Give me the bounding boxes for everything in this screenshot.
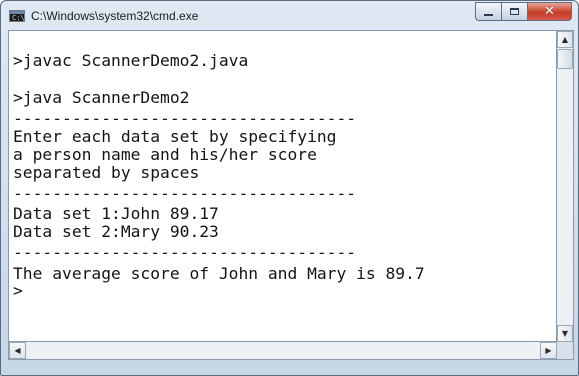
minimize-button[interactable] [475,2,502,21]
minimize-icon [484,13,493,16]
console-line: separated by spaces [13,163,200,182]
scroll-left-button[interactable]: ◀ [9,342,26,359]
scrollbar-corner [557,342,574,360]
console-line: ----------------------------------- [13,243,357,262]
arrow-down-icon: ▼ [561,329,569,338]
close-button[interactable]: ✕ [528,2,572,21]
console-line: >java ScannerDemo2 [13,88,190,107]
console-line: >javac ScannerDemo2.java [13,51,249,70]
scroll-down-button[interactable]: ▼ [557,325,573,342]
console-line: Data set 2:Mary 90.23 [13,222,219,241]
scroll-right-button[interactable]: ▶ [540,342,557,359]
prompt-line: > [13,281,23,300]
caption-buttons: ✕ [475,2,572,22]
vertical-scroll-thumb[interactable] [557,49,573,69]
console-line: Data set 1:John 89.17 [13,204,219,223]
console-line: Enter each data set by specifying [13,127,337,146]
console-line: ----------------------------------- [13,184,357,203]
cmd-icon[interactable]: C:\ [9,10,25,22]
arrow-right-icon: ▶ [545,346,552,355]
console-line: The average score of John and Mary is 89… [13,264,425,283]
close-icon: ✕ [544,4,555,19]
window-title: C:\Windows\system32\cmd.exe [31,9,199,23]
maximize-icon [510,8,519,15]
horizontal-scrollbar[interactable]: ◀ ▶ [8,342,557,360]
console-line: ----------------------------------- [13,109,357,128]
cmd-window: C:\ C:\Windows\system32\cmd.exe ✕ >javac… [0,0,579,376]
maximize-button[interactable] [502,2,528,21]
console-output[interactable]: >javac ScannerDemo2.java >java ScannerDe… [8,30,557,342]
arrow-left-icon: ◀ [14,346,21,355]
console-line: a person name and his/her score [13,145,317,164]
arrow-up-icon: ▲ [561,35,569,44]
title-bar[interactable]: C:\ C:\Windows\system32\cmd.exe ✕ [1,1,578,31]
scroll-up-button[interactable]: ▲ [557,31,573,48]
vertical-scrollbar[interactable]: ▲ ▼ [557,30,574,342]
